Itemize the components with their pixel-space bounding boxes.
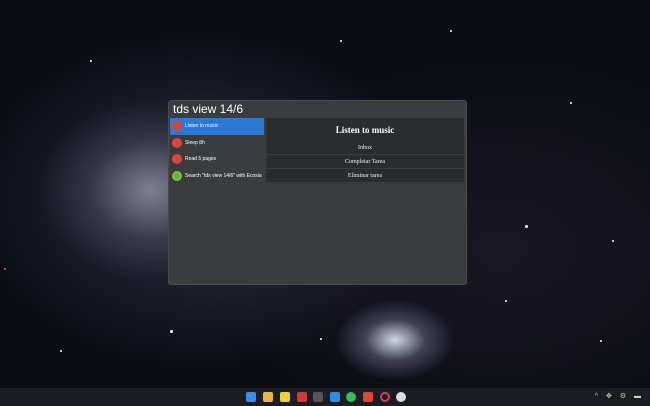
windows-start-icon[interactable]	[246, 392, 256, 402]
ecosia-icon	[172, 170, 182, 181]
detail-title: Listen to music	[335, 125, 395, 135]
app-icon[interactable]	[396, 392, 406, 402]
todo-icon	[172, 121, 182, 132]
result-label: Listen to music	[185, 123, 219, 130]
launcher-window: tds view 14/6 Listen to music Sleep 8h R…	[168, 100, 467, 285]
detail-pane: Listen to music Inbox Completar Tarea El…	[266, 118, 464, 183]
results-list: Listen to music Sleep 8h Read 5 pages Se…	[170, 118, 264, 184]
file-explorer-icon[interactable]	[263, 392, 273, 402]
terminal-icon[interactable]	[313, 392, 323, 402]
search-input[interactable]: tds view 14/6	[173, 102, 243, 116]
action-inbox[interactable]: Inbox	[266, 141, 464, 155]
result-label: Sleep 8h	[185, 139, 205, 146]
todo-icon	[172, 154, 182, 165]
spotify-icon[interactable]	[346, 392, 356, 402]
result-item[interactable]: Read 5 pages	[170, 151, 264, 168]
opera-icon[interactable]	[380, 392, 390, 402]
result-label: Read 5 pages	[185, 156, 217, 163]
taskbar: ^ ✥ ⚙ ▬	[0, 388, 650, 406]
action-complete-task[interactable]: Completar Tarea	[266, 155, 464, 169]
result-item[interactable]: Search "tds view 14/6" with Ecosia	[170, 168, 264, 185]
brave-icon[interactable]	[363, 392, 373, 402]
result-label: Search "tds view 14/6" with Ecosia	[185, 172, 262, 179]
todo-icon	[172, 137, 182, 148]
vscode-icon[interactable]	[330, 392, 340, 402]
action-delete-task[interactable]: Eliminar tarea	[266, 169, 464, 183]
result-item[interactable]: Sleep 8h	[170, 135, 264, 152]
todoist-icon[interactable]	[297, 392, 307, 402]
system-tray[interactable]: ^ ✥ ⚙ ▬	[595, 392, 644, 400]
sticky-notes-icon[interactable]	[280, 392, 290, 402]
result-item[interactable]: Listen to music	[170, 118, 264, 135]
